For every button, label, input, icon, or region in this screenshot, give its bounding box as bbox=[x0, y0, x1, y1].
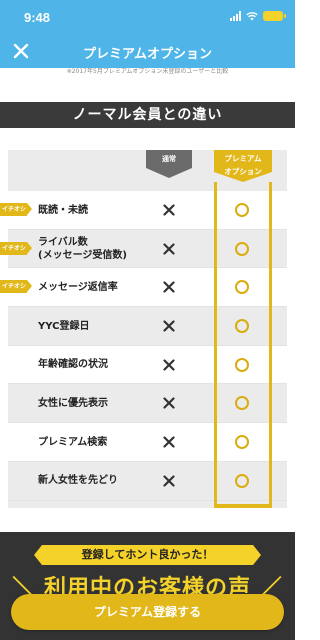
column-header-premium-line2: オプション bbox=[224, 167, 262, 176]
status-bar: 9:48 bbox=[0, 0, 295, 34]
nav-bar: プレミアムオプション bbox=[0, 34, 295, 68]
wifi-icon bbox=[246, 12, 258, 21]
feature-label: プレミアム検索 bbox=[38, 423, 107, 461]
feature-label-text: メッセージ返信率 bbox=[38, 281, 118, 293]
column-header-premium-line1: プレミアム bbox=[224, 154, 262, 163]
column-header-normal-label: 通常 bbox=[162, 155, 176, 163]
column-header-normal: 通常 bbox=[146, 150, 192, 178]
battery-icon bbox=[263, 11, 286, 21]
cross-icon bbox=[163, 204, 175, 216]
premium-column-frame bbox=[214, 182, 272, 508]
feature-label-text: 既読・未読 bbox=[38, 204, 88, 216]
section-heading: ノーマル会員との違い bbox=[0, 102, 295, 128]
premium-register-button[interactable]: プレミアム登録する bbox=[11, 594, 284, 630]
feature-label: 新人女性を先どり bbox=[38, 462, 118, 500]
cross-icon bbox=[163, 320, 175, 332]
recommend-tag: イチオシ bbox=[0, 241, 32, 255]
cross-icon bbox=[163, 359, 175, 371]
feature-label-line2: (メッセージ受信数) bbox=[38, 249, 127, 261]
status-time: 9:48 bbox=[24, 10, 51, 25]
page-title: プレミアムオプション bbox=[82, 47, 213, 62]
feature-label-text: プレミアム検索 bbox=[38, 436, 108, 448]
footnote: ※2017年5月プレミアムオプション未登録のユーザーと比較 bbox=[66, 68, 229, 75]
feature-label: 年齢確認の状況 bbox=[38, 346, 108, 384]
recommend-tag: イチオシ bbox=[0, 280, 32, 294]
feature-label: 女性に優先表示 bbox=[38, 384, 108, 422]
feature-label-line1: ライバル数 bbox=[38, 236, 88, 248]
testimonial-ribbon: 登録してホント良かった！ bbox=[34, 545, 261, 565]
recommend-tag: イチオシ bbox=[0, 203, 32, 216]
cross-icon bbox=[163, 397, 175, 410]
status-icons bbox=[230, 11, 286, 21]
feature-label-text: YYC登録日 bbox=[38, 320, 90, 332]
cross-icon bbox=[163, 475, 175, 487]
feature-label-text: 女性に優先表示 bbox=[38, 397, 108, 409]
feature-label: 既読・未読 bbox=[38, 191, 88, 229]
feature-label: YYC登録日 bbox=[38, 307, 89, 345]
signal-icon bbox=[230, 11, 241, 21]
feature-label: メッセージ返信率 bbox=[38, 268, 118, 306]
comparison-table: 通常 プレミアム オプション イチオシ 既読・未読 イチオシ ライバル数 (メッ… bbox=[0, 150, 287, 508]
cross-icon bbox=[163, 436, 175, 448]
cross-icon bbox=[163, 281, 175, 293]
feature-label-text: 新人女性を先どり bbox=[38, 475, 118, 487]
column-header-premium: プレミアム オプション bbox=[214, 150, 272, 182]
cross-icon bbox=[163, 243, 175, 255]
feature-label-text: 年齢確認の状況 bbox=[38, 359, 108, 371]
feature-label: ライバル数 (メッセージ受信数) bbox=[38, 230, 127, 268]
